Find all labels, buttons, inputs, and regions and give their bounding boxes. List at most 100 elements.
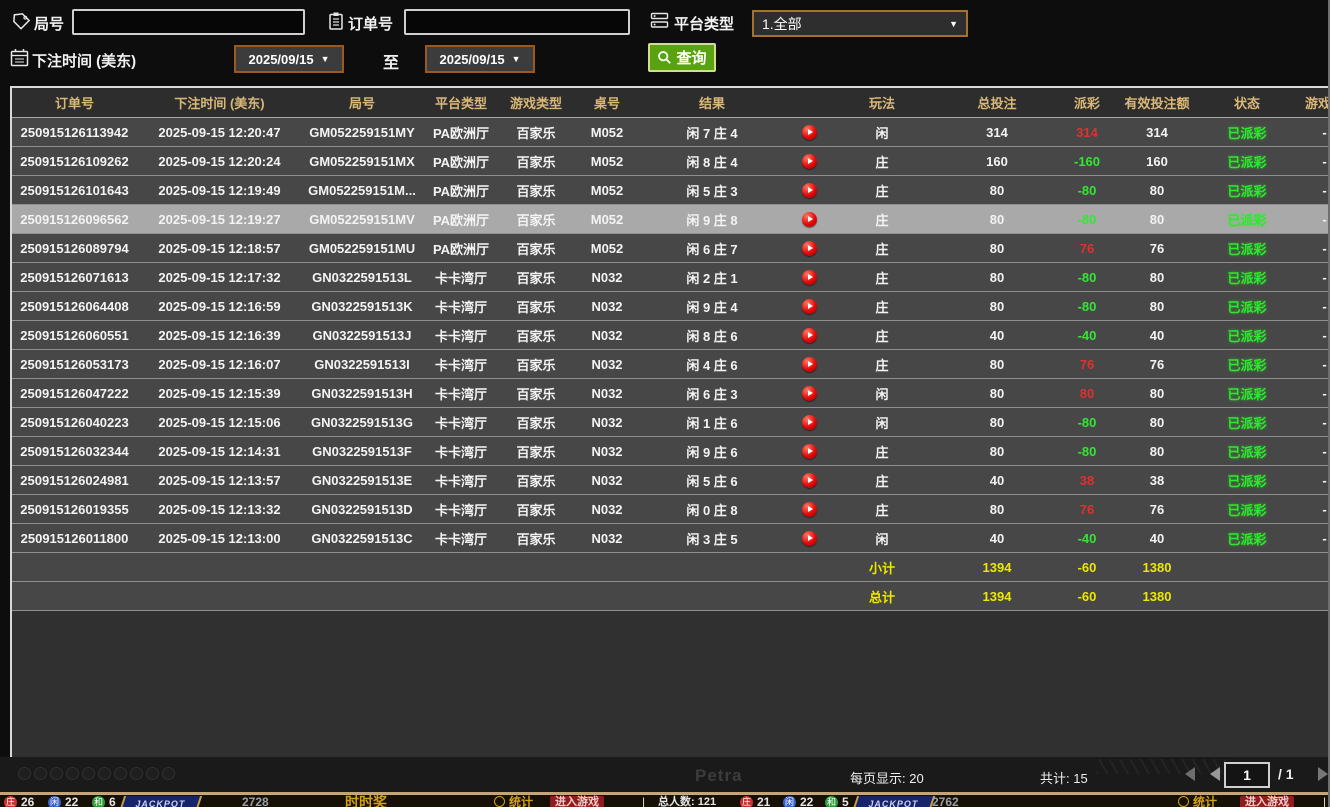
replay-play-icon[interactable] (802, 531, 817, 546)
table-row[interactable]: 2509151261092622025-09-15 12:20:24GM0522… (12, 147, 1330, 176)
cell-table: N032 (572, 321, 642, 349)
column-header[interactable]: 局号 (302, 88, 422, 117)
replay-play-icon[interactable] (802, 241, 817, 256)
replay-play-icon[interactable] (802, 270, 817, 285)
cell-bet: 80 (927, 176, 1067, 204)
cell-time: 2025-09-15 12:15:06 (137, 408, 302, 436)
cell-status (1207, 553, 1287, 581)
replay-play-icon[interactable] (802, 125, 817, 140)
cell-bet: 80 (927, 205, 1067, 233)
table-row[interactable]: 2509151260193552025-09-15 12:13:32GN0322… (12, 495, 1330, 524)
cell-table: M052 (572, 234, 642, 262)
cell-extra: - (1287, 466, 1330, 494)
next-page-button[interactable] (1318, 767, 1328, 781)
background-hatch-decoration (1096, 759, 1226, 774)
cell-extra: - (1287, 495, 1330, 523)
column-header[interactable]: 总投注 (927, 88, 1067, 117)
tie-count: 5 (842, 796, 849, 807)
replay-play-icon[interactable] (802, 502, 817, 517)
cell-game: 百家乐 (500, 321, 572, 349)
cell-status: 已派彩 (1207, 408, 1287, 436)
column-header[interactable]: 结果 (642, 88, 782, 117)
column-header[interactable]: 下注时间 (美东) (137, 88, 302, 117)
cell-platform: PA欧洲厅 (422, 234, 500, 262)
replay-play-icon[interactable] (802, 444, 817, 459)
column-header[interactable]: 有效投注额 (1107, 88, 1207, 117)
cell-valid: 80 (1107, 437, 1207, 465)
cell-round (302, 553, 422, 581)
search-button[interactable]: 查询 (648, 43, 716, 72)
table-row[interactable]: 2509151260644082025-09-15 12:16:59GN0322… (12, 292, 1330, 321)
replay-play-icon[interactable] (802, 357, 817, 372)
cell-time: 2025-09-15 12:14:31 (137, 437, 302, 465)
column-header[interactable]: 玩法 (837, 88, 927, 117)
column-header[interactable]: 订单号 (12, 88, 137, 117)
cell-bet: 80 (927, 379, 1067, 407)
platform-select[interactable]: 1.全部 ▼ (752, 10, 968, 37)
cell-time: 2025-09-15 12:16:07 (137, 350, 302, 378)
stats-button[interactable]: 统计 (509, 796, 533, 807)
table-row[interactable]: 2509151261016432025-09-15 12:19:49GM0522… (12, 176, 1330, 205)
table-row[interactable]: 2509151260249812025-09-15 12:13:57GN0322… (12, 466, 1330, 495)
cell-round: GN0322591513C (302, 524, 422, 552)
column-header[interactable]: 状态 (1207, 88, 1287, 117)
bet-records-table: 订单号下注时间 (美东)局号平台类型游戏类型桌号结果 玩法总投注派彩有效投注额状态… (10, 86, 1330, 757)
cell-game: 百家乐 (500, 263, 572, 291)
replay-play-icon[interactable] (802, 386, 817, 401)
column-header[interactable]: 派彩 (1067, 88, 1107, 117)
column-header[interactable] (782, 88, 837, 117)
column-header[interactable]: 游戏机 (1287, 88, 1330, 117)
table-row[interactable]: 2509151260965622025-09-15 12:19:27GM0522… (12, 205, 1330, 234)
enter-game-button[interactable]: 进入游戏 (550, 796, 604, 807)
enter-game-button[interactable]: 进入游戏 (1240, 796, 1294, 807)
order-number-input[interactable] (404, 9, 630, 35)
table-row[interactable]: 2509151260605512025-09-15 12:16:39GN0322… (12, 321, 1330, 350)
table-row[interactable]: 2509151261139422025-09-15 12:20:47GM0522… (12, 118, 1330, 147)
table-row[interactable]: 2509151260531732025-09-15 12:16:07GN0322… (12, 350, 1330, 379)
cell-table: M052 (572, 147, 642, 175)
cell-replay (782, 524, 837, 552)
replay-play-icon[interactable] (802, 473, 817, 488)
cell-extra: - (1287, 176, 1330, 204)
cell-result: 闲 5 庄 3 (642, 176, 782, 204)
table-row[interactable]: 2509151260323442025-09-15 12:14:31GN0322… (12, 437, 1330, 466)
replay-play-icon[interactable] (802, 328, 817, 343)
replay-play-icon[interactable] (802, 154, 817, 169)
column-header[interactable]: 平台类型 (422, 88, 500, 117)
prev-page-button[interactable] (1210, 767, 1220, 781)
banker-count: 21 (757, 796, 770, 807)
cell-game: 百家乐 (500, 524, 572, 552)
table-row[interactable]: 2509151260897942025-09-15 12:18:57GM0522… (12, 234, 1330, 263)
jackpot-value: 2762 (932, 796, 959, 807)
page-input[interactable] (1224, 762, 1270, 788)
table-row[interactable]: 2509151260118002025-09-15 12:13:00GN0322… (12, 524, 1330, 553)
cell-replay (782, 379, 837, 407)
cell-play: 庄 (837, 495, 927, 523)
cell-payout: 76 (1067, 234, 1107, 262)
replay-play-icon[interactable] (802, 183, 817, 198)
replay-play-icon[interactable] (802, 212, 817, 227)
cell-status (1207, 582, 1287, 610)
table-row[interactable]: 2509151260716132025-09-15 12:17:32GN0322… (12, 263, 1330, 292)
date-from-select[interactable]: 2025/09/15 ▼ (234, 45, 344, 73)
cell-table: N032 (572, 292, 642, 320)
column-header[interactable]: 桌号 (572, 88, 642, 117)
cell-payout: -80 (1067, 205, 1107, 233)
chevron-down-icon: ▼ (949, 19, 958, 29)
date-to-select[interactable]: 2025/09/15 ▼ (425, 45, 535, 73)
round-number-input[interactable] (72, 9, 305, 35)
stats-button[interactable]: 统计 (1193, 796, 1217, 807)
cell-extra: - (1287, 437, 1330, 465)
table-row[interactable]: 2509151260472222025-09-15 12:15:39GN0322… (12, 379, 1330, 408)
replay-play-icon[interactable] (802, 299, 817, 314)
cell-extra (1287, 582, 1330, 610)
replay-play-icon[interactable] (802, 415, 817, 430)
cell-order: 250915126064408 (12, 292, 137, 320)
table-row[interactable]: 2509151260402232025-09-15 12:15:06GN0322… (12, 408, 1330, 437)
cell-extra: - (1287, 321, 1330, 349)
order-number-label: 订单号 (348, 13, 393, 34)
cell-payout: -60 (1067, 553, 1107, 581)
column-header[interactable]: 游戏类型 (500, 88, 572, 117)
first-page-button[interactable] (1185, 767, 1195, 781)
cell-replay (782, 582, 837, 610)
